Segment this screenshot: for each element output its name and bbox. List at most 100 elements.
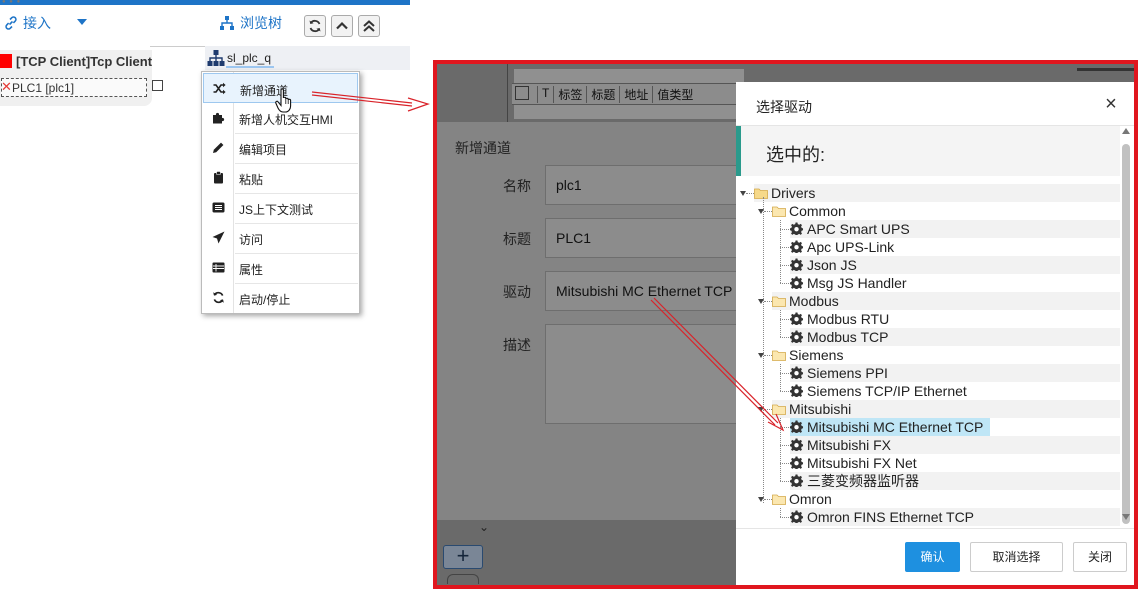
tree-node-driver[interactable]: Modbus TCP bbox=[790, 328, 1120, 346]
tree-node-omron[interactable]: Omron bbox=[772, 490, 1120, 508]
tree-connector bbox=[780, 364, 781, 391]
caret-down-icon[interactable] bbox=[77, 19, 87, 25]
scroll-down-arrow[interactable] bbox=[1122, 514, 1130, 520]
refresh-button[interactable] bbox=[304, 15, 326, 37]
tree-node-driver[interactable]: Omron FINS Ethernet TCP bbox=[790, 508, 1120, 526]
menu-item-label: 粘贴 bbox=[239, 173, 264, 187]
import-label: 接入 bbox=[23, 15, 51, 31]
description-field[interactable] bbox=[545, 324, 739, 424]
folder-open-icon bbox=[754, 188, 768, 199]
pencil-icon bbox=[213, 142, 224, 153]
tree-node-modbus[interactable]: Modbus bbox=[772, 292, 1120, 310]
menu-item-edit-project[interactable]: 编辑项目 bbox=[203, 133, 358, 164]
send-icon bbox=[212, 231, 225, 244]
tree-node-label: Json JS bbox=[807, 257, 857, 273]
grid-select-all-checkbox bbox=[515, 86, 529, 100]
hand-cursor-icon bbox=[275, 88, 292, 113]
chevron-up-icon bbox=[336, 21, 348, 30]
shuffle-icon bbox=[213, 82, 226, 95]
menu-item-properties[interactable]: 属性 bbox=[203, 253, 358, 284]
tree-root-label[interactable]: sl_plc_q bbox=[227, 51, 271, 65]
driver-field[interactable]: Mitsubishi MC Ethernet TCP bbox=[545, 271, 739, 311]
name-field[interactable]: plc1 bbox=[545, 165, 739, 205]
refresh-icon bbox=[309, 19, 321, 33]
tree-connector bbox=[780, 247, 789, 248]
tree-node-common[interactable]: Common bbox=[772, 202, 1120, 220]
tree-connector bbox=[780, 418, 781, 481]
grid-header-title: 标题 bbox=[586, 86, 619, 103]
tree-node-mitsubishi[interactable]: Mitsubishi bbox=[772, 400, 1120, 418]
grid-header-tag: 标签 bbox=[553, 86, 586, 103]
tree-node-driver[interactable]: Modbus RTU bbox=[790, 310, 1120, 328]
folder-icon bbox=[772, 404, 786, 415]
menu-item-label: 编辑项目 bbox=[239, 143, 288, 157]
scrollbar-thumb[interactable] bbox=[1122, 144, 1130, 524]
tree-node-driver[interactable]: Apc UPS-Link bbox=[790, 238, 1120, 256]
collapse-all-button[interactable] bbox=[358, 15, 380, 37]
background-divider bbox=[507, 64, 508, 124]
import-button[interactable]: 接入 bbox=[3, 14, 51, 32]
grid-headers: T 标签 标题 地址 值类型 bbox=[537, 86, 697, 103]
tree-node-driver[interactable]: APC Smart UPS bbox=[790, 220, 1120, 238]
tree-node-drivers[interactable]: Drivers bbox=[754, 184, 1120, 202]
browse-tree-button[interactable]: 浏览树 bbox=[219, 14, 282, 32]
device-checkbox[interactable] bbox=[152, 80, 163, 91]
clear-selection-button[interactable]: 取消选择 bbox=[970, 542, 1063, 572]
menu-item-js-context-test[interactable]: JS上下文测试 bbox=[203, 193, 358, 224]
tree-node-label: 三菱变频器监听器 bbox=[807, 473, 919, 489]
tree-node-driver[interactable]: Mitsubishi MC Ethernet TCP bbox=[790, 418, 990, 436]
close-button[interactable]: 关闭 bbox=[1073, 542, 1127, 572]
tree-node-driver[interactable]: Siemens TCP/IP Ethernet bbox=[790, 382, 1120, 400]
tree-connector bbox=[764, 355, 772, 356]
caption-field[interactable]: PLC1 bbox=[545, 218, 739, 258]
menu-item-label: 访问 bbox=[239, 233, 264, 247]
clipboard-icon bbox=[214, 171, 223, 184]
confirm-button[interactable]: 确认 bbox=[905, 542, 960, 572]
tree-node-label: Modbus bbox=[789, 293, 839, 309]
channel-title[interactable]: [TCP Client]Tcp Client bbox=[16, 54, 152, 69]
grid-header-value-type: 值类型 bbox=[652, 86, 697, 103]
gear-icon bbox=[790, 312, 804, 326]
description-label: 描述 bbox=[503, 337, 531, 353]
tree-node-siemens[interactable]: Siemens bbox=[772, 346, 1120, 364]
close-icon[interactable]: × bbox=[1101, 94, 1121, 114]
folder-icon bbox=[772, 296, 786, 307]
tree-node-label: Mitsubishi FX bbox=[807, 437, 892, 453]
selected-label: 选中的: bbox=[766, 145, 826, 165]
tree-connector bbox=[780, 508, 781, 517]
menu-item-paste[interactable]: 粘贴 bbox=[203, 163, 358, 194]
tree-node-driver[interactable]: Mitsubishi FX bbox=[790, 436, 1120, 454]
divider bbox=[736, 528, 1134, 529]
gear-icon bbox=[790, 438, 804, 452]
gear-icon bbox=[790, 330, 804, 344]
gear-icon bbox=[790, 420, 804, 434]
tree-node-driver[interactable]: Json JS bbox=[790, 256, 1120, 274]
gear-icon bbox=[790, 474, 804, 488]
tree-node-driver[interactable]: Mitsubishi FX Net bbox=[790, 454, 1120, 472]
tree-node-label: Common bbox=[789, 203, 846, 219]
scroll-up-arrow[interactable] bbox=[1122, 128, 1130, 134]
tree-node-label: Mitsubishi FX Net bbox=[807, 455, 917, 471]
gear-icon bbox=[790, 510, 804, 524]
menu-item-label: 属性 bbox=[239, 263, 264, 277]
tree-node-driver[interactable]: Siemens PPI bbox=[790, 364, 1120, 382]
tree-connector bbox=[780, 265, 789, 266]
refresh-icon bbox=[213, 291, 224, 304]
collapse-up-button[interactable] bbox=[331, 15, 353, 37]
add-button[interactable]: + bbox=[443, 545, 483, 569]
tree-node-driver[interactable]: 三菱变频器监听器 bbox=[790, 472, 1120, 490]
folder-icon bbox=[772, 350, 786, 361]
grid-header-address: 地址 bbox=[619, 86, 652, 103]
tree-node-driver[interactable]: Msg JS Handler bbox=[790, 274, 1120, 292]
tree-node-label: Modbus TCP bbox=[807, 329, 889, 345]
grid-header-type: T bbox=[537, 86, 553, 103]
tree-connector bbox=[764, 211, 772, 212]
device-label[interactable]: PLC1 [plc1] bbox=[12, 81, 74, 95]
menu-item-start-stop[interactable]: 启动/停止 bbox=[203, 283, 358, 313]
menu-item-visit[interactable]: 访问 bbox=[203, 223, 358, 254]
menu-item-label: JS上下文测试 bbox=[239, 203, 314, 217]
tree-connector bbox=[780, 229, 789, 230]
gear-icon bbox=[790, 384, 804, 398]
gear-icon bbox=[790, 276, 804, 290]
link-icon bbox=[5, 16, 17, 30]
